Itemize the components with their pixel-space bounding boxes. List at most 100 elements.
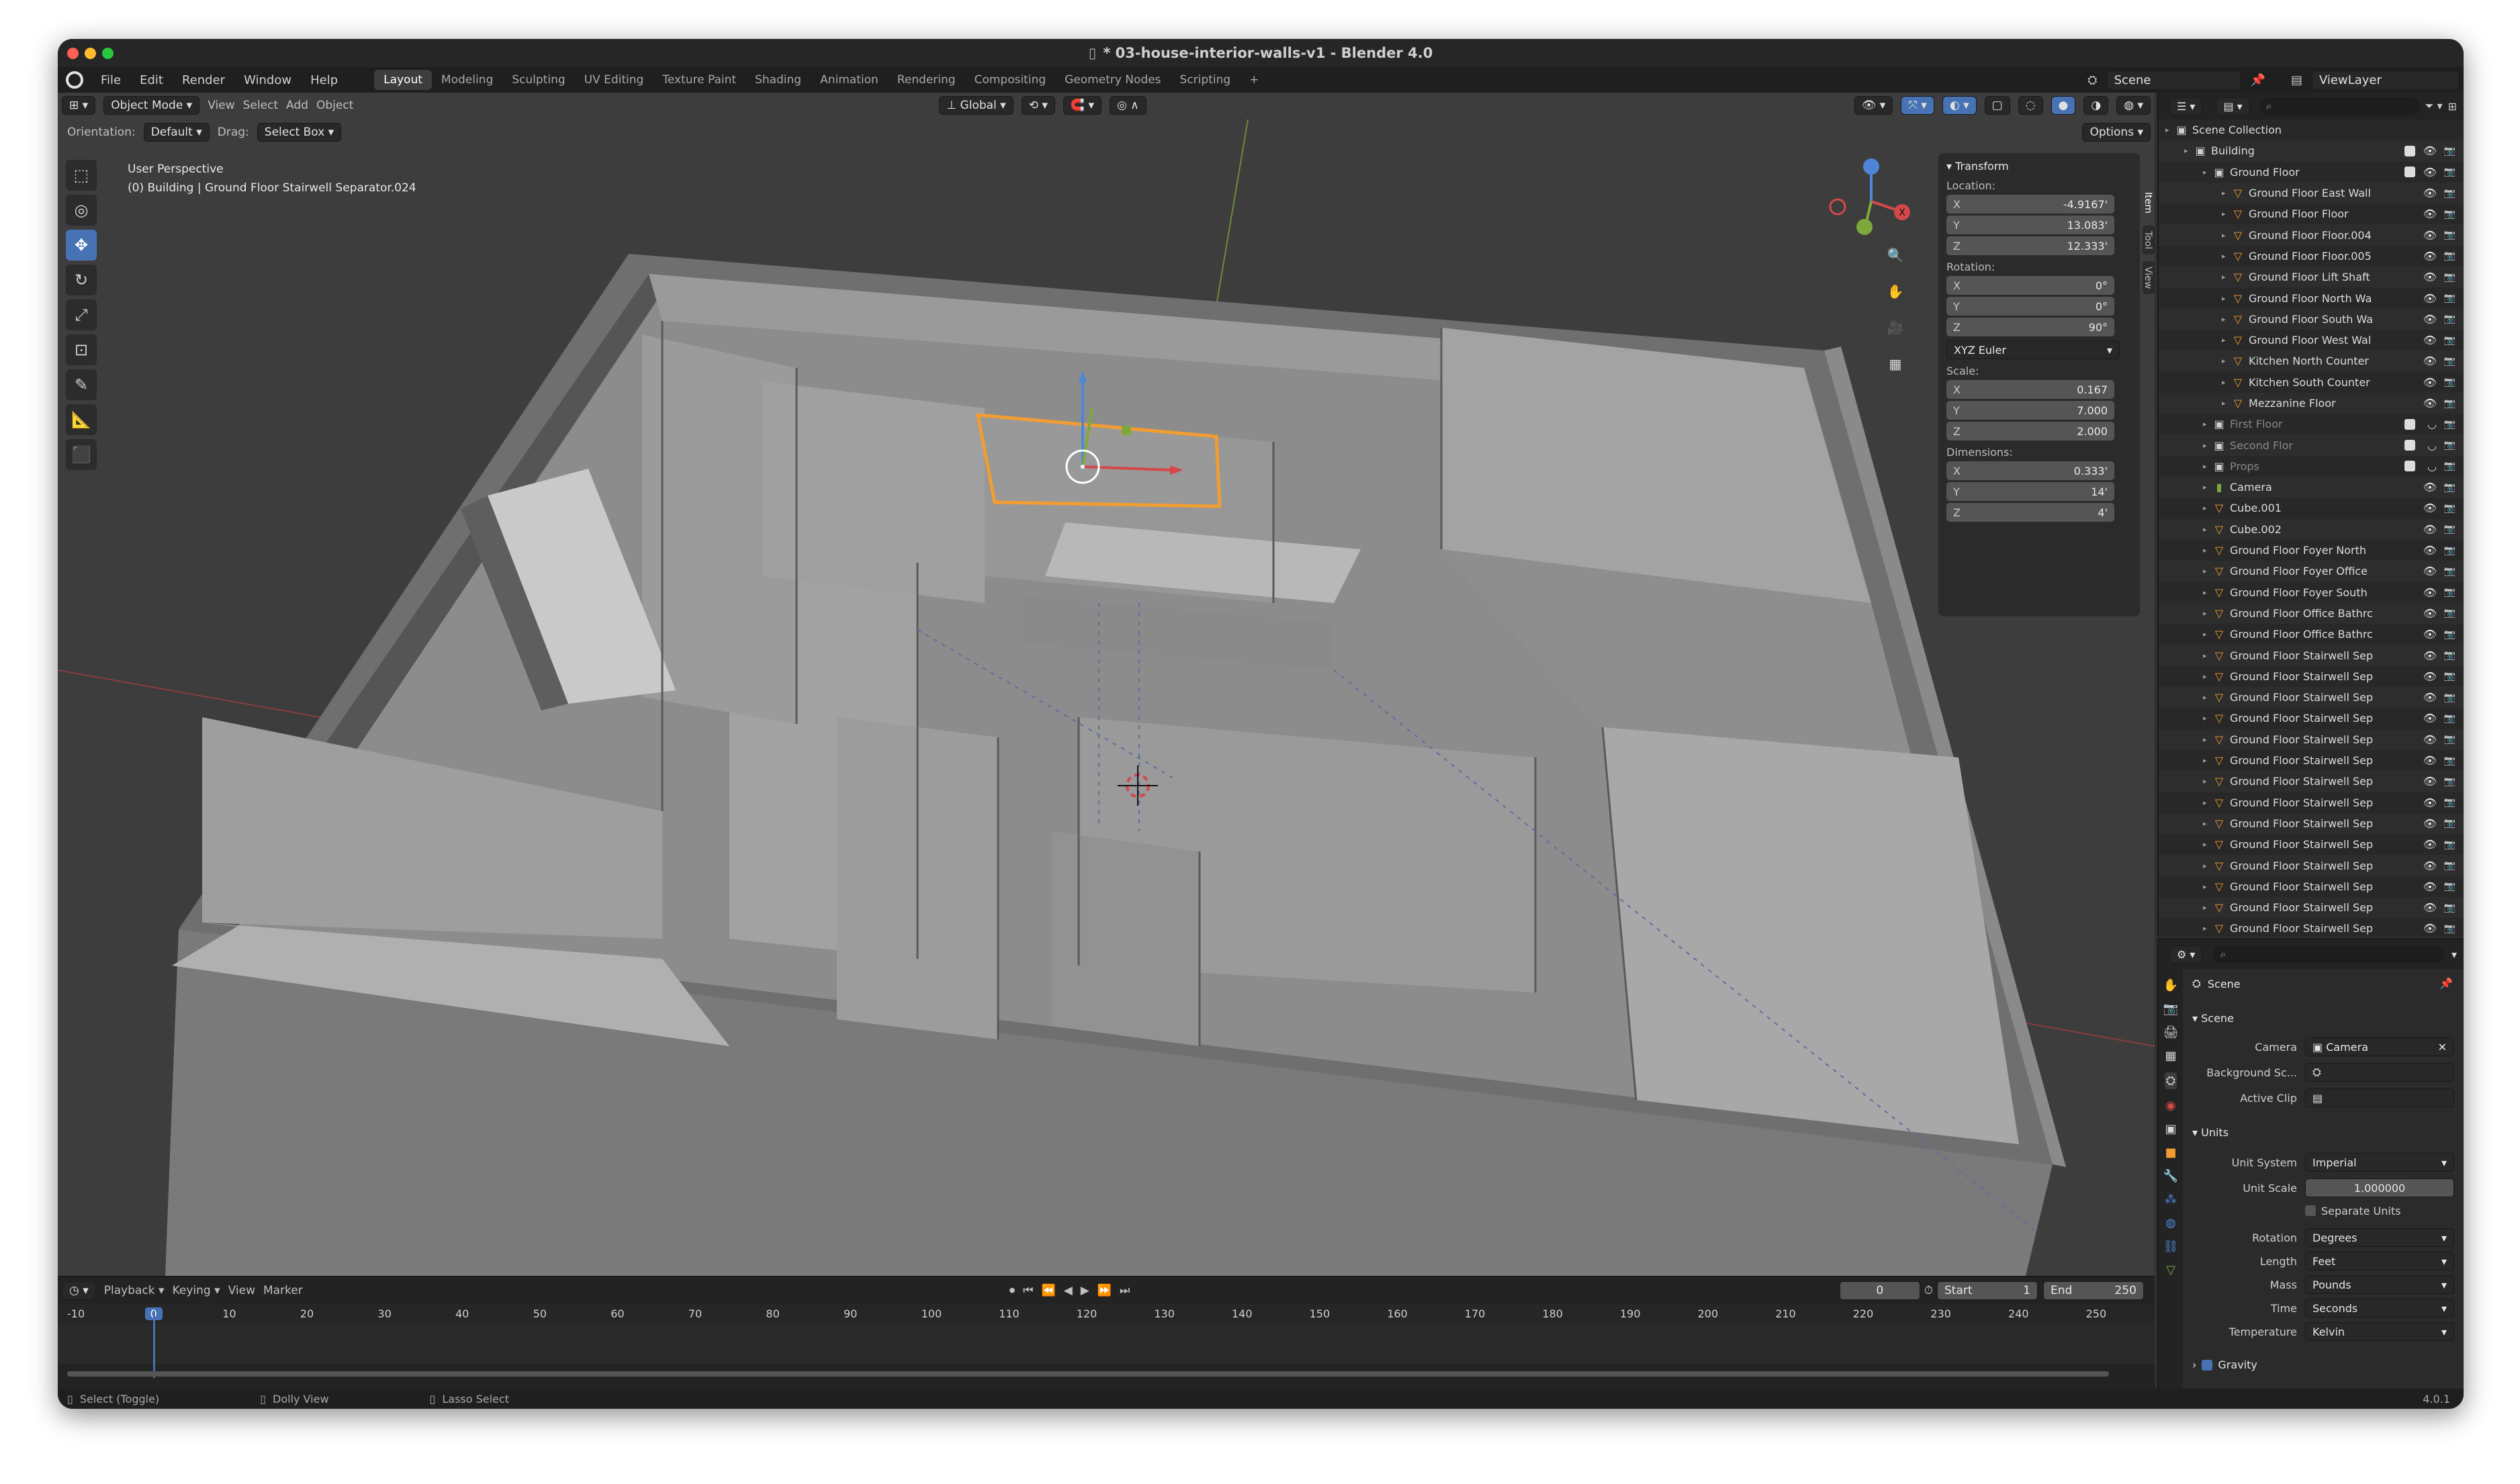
- new-collection-icon[interactable]: ⊞: [2448, 100, 2457, 113]
- render-camera-icon[interactable]: 📷: [2444, 629, 2456, 640]
- transform-section-header[interactable]: ▾ Transform: [1946, 160, 2132, 173]
- render-camera-icon[interactable]: 📷: [2444, 587, 2456, 598]
- timeline-scrollbar[interactable]: [67, 1371, 2109, 1377]
- render-camera-icon[interactable]: 📷: [2444, 839, 2456, 850]
- collection-tab-icon[interactable]: ▣: [2165, 1122, 2176, 1136]
- render-camera-icon[interactable]: 📷: [2444, 335, 2456, 346]
- outliner-row[interactable]: ▸ ▣ Ground Floor 👁 📷: [2159, 162, 2464, 183]
- expand-arrow-icon[interactable]: ▸: [2203, 798, 2212, 807]
- visibility-eye-icon[interactable]: 👁: [2423, 712, 2437, 725]
- chevron-down-icon[interactable]: ▾: [2451, 948, 2457, 961]
- expand-arrow-icon[interactable]: ▸: [2203, 693, 2212, 702]
- rotate-tool-icon[interactable]: ↻: [66, 265, 97, 295]
- render-camera-icon[interactable]: 📷: [2444, 797, 2456, 808]
- mode-selector[interactable]: Object Mode ▾: [103, 96, 200, 115]
- expand-arrow-icon[interactable]: ▸: [2165, 126, 2175, 134]
- menu-file[interactable]: File: [91, 73, 130, 87]
- rotation-units-selector[interactable]: Degrees ▾: [2305, 1228, 2454, 1247]
- blender-logo-icon[interactable]: [66, 71, 83, 89]
- outliner-search-input[interactable]: ⌕: [2259, 97, 2420, 115]
- tab-uv-editing[interactable]: UV Editing: [575, 70, 654, 90]
- menu-window[interactable]: Window: [234, 73, 301, 87]
- stopwatch-icon[interactable]: ⏱: [1924, 1284, 1933, 1297]
- expand-arrow-icon[interactable]: ▸: [2222, 252, 2231, 261]
- scene-section-header[interactable]: ▾ Scene: [2192, 1012, 2234, 1025]
- outliner-row[interactable]: ▸ ▽ Cube.001 👁 📷: [2159, 498, 2464, 518]
- pan-hand-icon[interactable]: ✋: [1882, 278, 1909, 305]
- close-icon[interactable]: ✕: [2438, 1041, 2447, 1054]
- overlay-toggle-button[interactable]: ◐ ▾: [1942, 96, 1977, 115]
- visibility-eye-icon[interactable]: 👁: [2423, 880, 2437, 893]
- outliner-row[interactable]: ▸ ▮ Camera 👁 📷: [2159, 477, 2464, 498]
- world-tab-icon[interactable]: ◉: [2165, 1099, 2176, 1113]
- expand-arrow-icon[interactable]: ▸: [2203, 735, 2212, 744]
- properties-editor-type-icon[interactable]: ⚙ ▾: [2169, 945, 2203, 964]
- visibility-eye-icon[interactable]: 👁: [2423, 334, 2437, 346]
- render-camera-icon[interactable]: 📷: [2444, 755, 2456, 766]
- visibility-eye-icon[interactable]: ◡: [2427, 439, 2437, 452]
- outliner-row[interactable]: ▸ ▽ Ground Floor Stairwell Sep 👁 📷: [2159, 792, 2464, 813]
- timeline-track-area[interactable]: [58, 1324, 2155, 1364]
- measure-tool-icon[interactable]: 📐: [66, 404, 97, 435]
- render-camera-icon[interactable]: 📷: [2444, 356, 2456, 367]
- render-camera-icon[interactable]: 📷: [2444, 250, 2456, 261]
- expand-arrow-icon[interactable]: ▸: [2203, 882, 2212, 891]
- expand-arrow-icon[interactable]: ▸: [2203, 168, 2212, 177]
- menu-object[interactable]: Object: [316, 99, 353, 112]
- rotation-x-field[interactable]: X 0°: [1946, 276, 2114, 295]
- 3d-viewport[interactable]: ⊞ ▾ Object Mode ▾ View Select Add Object…: [58, 93, 2155, 1276]
- active-clip-field[interactable]: ▤: [2305, 1088, 2454, 1107]
- dimensions-z-field[interactable]: Z 4': [1946, 503, 2114, 522]
- render-camera-icon[interactable]: 📷: [2444, 230, 2456, 240]
- expand-arrow-icon[interactable]: ▸: [2203, 441, 2212, 450]
- visibility-eye-icon[interactable]: ◡: [2427, 418, 2437, 430]
- outliner-row[interactable]: ▸ ▽ Ground Floor Stairwell Sep 👁 📷: [2159, 750, 2464, 771]
- visibility-eye-icon[interactable]: 👁: [2423, 775, 2437, 788]
- modifier-tab-icon[interactable]: 🔧: [2163, 1169, 2178, 1183]
- visibility-eye-icon[interactable]: 👁: [2423, 250, 2437, 263]
- render-camera-icon[interactable]: 📷: [2444, 482, 2456, 493]
- outliner-panel[interactable]: ☰ ▾ ▤ ▾ ⌕ ⏷ ▾ ⊞ ▸ ▣ Scene Collection ▸ ▣ Buil…: [2157, 93, 2464, 937]
- visibility-eye-icon[interactable]: 👁: [2423, 229, 2437, 242]
- end-frame-field[interactable]: End 250: [2043, 1281, 2144, 1300]
- visibility-eye-icon[interactable]: 👁: [2423, 733, 2437, 746]
- visibility-eye-icon[interactable]: 👁: [2423, 901, 2437, 914]
- menu-marker[interactable]: Marker: [263, 1284, 303, 1297]
- expand-arrow-icon[interactable]: ▸: [2222, 378, 2231, 387]
- outliner-row[interactable]: ▸ ▽ Ground Floor Stairwell Sep 👁 📷: [2159, 771, 2464, 792]
- expand-arrow-icon[interactable]: ▸: [2222, 315, 2231, 324]
- dimensions-x-field[interactable]: X 0.333': [1946, 461, 2114, 480]
- expand-arrow-icon[interactable]: ▸: [2203, 777, 2212, 786]
- expand-arrow-icon[interactable]: ▸: [2222, 336, 2231, 344]
- collection-checkbox[interactable]: [2404, 145, 2415, 156]
- cursor-tool-icon[interactable]: ◎: [66, 195, 97, 226]
- expand-arrow-icon[interactable]: ▸: [2203, 504, 2212, 512]
- background-scene-field[interactable]: ⛭: [2305, 1063, 2454, 1082]
- render-camera-icon[interactable]: 📷: [2444, 419, 2456, 430]
- visibility-eye-icon[interactable]: 👁: [2423, 292, 2437, 305]
- outliner-row[interactable]: ▸ ▽ Ground Floor Stairwell Sep 👁 📷: [2159, 813, 2464, 835]
- tab-tool[interactable]: Tool: [2143, 225, 2155, 255]
- visibility-eye-icon[interactable]: 👁: [2423, 649, 2437, 662]
- outliner-row[interactable]: ▸ ▽ Ground Floor Foyer North 👁 📷: [2159, 540, 2464, 561]
- menu-edit[interactable]: Edit: [130, 73, 173, 87]
- expand-arrow-icon[interactable]: ▸: [2203, 756, 2212, 765]
- location-z-field[interactable]: Z 12.333': [1946, 236, 2114, 255]
- tool-tab-icon[interactable]: ✋: [2163, 978, 2178, 992]
- render-camera-icon[interactable]: 📷: [2444, 566, 2456, 577]
- gravity-checkbox[interactable]: [2202, 1359, 2213, 1371]
- tab-compositing[interactable]: Compositing: [965, 70, 1056, 90]
- timeline-editor[interactable]: ◷ ▾ Playback ▾ Keying ▾ View Marker ⏺ ⏮ …: [58, 1276, 2155, 1389]
- visibility-eye-icon[interactable]: 👁: [2423, 607, 2437, 620]
- render-camera-icon[interactable]: 📷: [2444, 671, 2456, 682]
- render-camera-icon[interactable]: 📷: [2444, 713, 2456, 724]
- select-box-tool-icon[interactable]: ⬚: [66, 160, 97, 191]
- start-frame-field[interactable]: Start 1: [1937, 1281, 2038, 1300]
- visibility-eye-icon[interactable]: 👁: [2423, 922, 2437, 935]
- collection-checkbox[interactable]: [2404, 167, 2415, 178]
- outliner-row[interactable]: ▸ ▣ Second Flor ◡ 📷: [2159, 434, 2464, 456]
- render-camera-icon[interactable]: 📷: [2444, 146, 2456, 156]
- outliner-row[interactable]: ▸ ▽ Ground Floor Stairwell Sep 👁 📷: [2159, 687, 2464, 708]
- outliner-row[interactable]: ▸ ▽ Mezzanine Floor 👁 📷: [2159, 392, 2464, 414]
- expand-arrow-icon[interactable]: ▸: [2203, 651, 2212, 660]
